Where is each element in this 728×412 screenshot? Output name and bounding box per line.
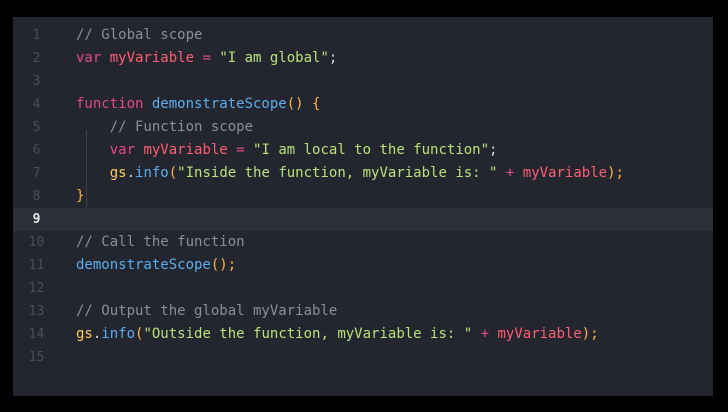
code-token: function bbox=[76, 96, 152, 112]
code-text[interactable]: // Global scope bbox=[76, 24, 202, 47]
code-token: "Inside the function, myVariable is: " bbox=[177, 165, 498, 181]
code-line[interactable]: 15 bbox=[13, 346, 713, 369]
code-text[interactable]: demonstrateScope(); bbox=[76, 254, 236, 277]
code-token: "I am local to the function" bbox=[253, 142, 490, 158]
code-token: = bbox=[227, 142, 254, 158]
code-text[interactable]: function demonstrateScope() { bbox=[76, 93, 320, 116]
code-line[interactable]: 9 bbox=[13, 208, 713, 231]
code-line[interactable]: 10 // Call the function bbox=[13, 231, 713, 254]
code-text[interactable]: gs.info("Outside the function, myVariabl… bbox=[76, 323, 599, 346]
line-number: 7 bbox=[32, 166, 41, 181]
line-number: 6 bbox=[32, 143, 41, 158]
line-number: 12 bbox=[28, 281, 45, 296]
code-line[interactable]: 3 bbox=[13, 70, 713, 93]
code-line[interactable]: 4 function demonstrateScope() { bbox=[13, 93, 713, 116]
code-token: var bbox=[76, 142, 144, 158]
code-token: // Global scope bbox=[76, 27, 203, 43]
code-token: } bbox=[76, 188, 85, 204]
line-number: 11 bbox=[28, 258, 45, 273]
line-number: 8 bbox=[32, 189, 41, 204]
code-token: // Call the function bbox=[76, 234, 245, 250]
code-token: // Output the global myVariable bbox=[76, 303, 338, 319]
code-token: myVariable bbox=[143, 142, 228, 158]
code-text[interactable]: // Function scope bbox=[76, 116, 253, 139]
line-number: 2 bbox=[32, 51, 41, 66]
code-text[interactable]: // Call the function bbox=[76, 231, 245, 254]
code-text[interactable]: } bbox=[76, 185, 84, 208]
code-token: demonstrateScope bbox=[151, 96, 287, 112]
code-token: ); bbox=[581, 326, 599, 342]
code-text[interactable]: var myVariable = "I am local to the func… bbox=[76, 139, 498, 162]
code-editor[interactable]: 1 // Global scope 2 var myVariable = "I am … bbox=[13, 17, 713, 396]
line-number: 9 bbox=[32, 212, 41, 227]
code-token: ; bbox=[328, 50, 338, 66]
code-line[interactable]: 12 bbox=[13, 277, 713, 300]
code-token: myVariable bbox=[522, 165, 608, 181]
code-token: // Function scope bbox=[76, 119, 254, 135]
code-token: myVariable bbox=[497, 326, 582, 342]
line-number: 4 bbox=[32, 97, 41, 112]
line-number: 14 bbox=[28, 327, 45, 342]
code-line[interactable]: 11 demonstrateScope(); bbox=[13, 254, 713, 277]
line-number: 15 bbox=[28, 350, 45, 365]
code-token: = bbox=[194, 50, 220, 66]
line-number: 1 bbox=[32, 28, 41, 43]
code-line[interactable]: 8} bbox=[13, 185, 713, 208]
code-token: myVariable bbox=[109, 50, 195, 66]
code-line[interactable]: 6 var myVariable = "I am local to the fu… bbox=[13, 139, 713, 162]
code-token: + bbox=[497, 165, 523, 181]
code-line[interactable]: 5 // Function scope bbox=[13, 116, 713, 139]
code-token: "I am global" bbox=[219, 50, 329, 66]
code-line[interactable]: 1 // Global scope bbox=[13, 24, 713, 47]
code-token: gs bbox=[76, 326, 93, 342]
line-number: 5 bbox=[32, 120, 41, 135]
code-token: info bbox=[101, 326, 136, 342]
code-token: info bbox=[135, 165, 169, 181]
code-line[interactable]: 2 var myVariable = "I am global"; bbox=[13, 47, 713, 70]
code-token: ); bbox=[607, 165, 624, 181]
code-token: demonstrateScope bbox=[76, 257, 211, 273]
line-number: 13 bbox=[28, 304, 45, 319]
code-token: var bbox=[76, 50, 110, 66]
code-text[interactable]: var myVariable = "I am global"; bbox=[76, 47, 337, 70]
code-token: (); bbox=[210, 257, 237, 273]
code-line[interactable]: 13 // Output the global myVariable bbox=[13, 300, 713, 323]
code-token: ( bbox=[168, 165, 178, 181]
code-text[interactable]: gs.info("Inside the function, myVariable… bbox=[76, 162, 624, 185]
code-text[interactable]: // Output the global myVariable bbox=[76, 300, 337, 323]
code-token: ; bbox=[489, 142, 498, 158]
code-token: () { bbox=[286, 96, 321, 112]
code-line[interactable]: 14 gs.info("Outside the function, myVaria… bbox=[13, 323, 713, 346]
code-token: gs bbox=[76, 165, 127, 181]
code-token: . bbox=[126, 165, 136, 181]
code-token: + bbox=[472, 326, 498, 342]
line-number: 10 bbox=[28, 235, 45, 250]
line-number: 3 bbox=[32, 74, 41, 89]
code-token: "Outside the function, myVariable is: " bbox=[143, 326, 473, 342]
code-line[interactable]: 7 gs.info("Inside the function, myVariab… bbox=[13, 162, 713, 185]
